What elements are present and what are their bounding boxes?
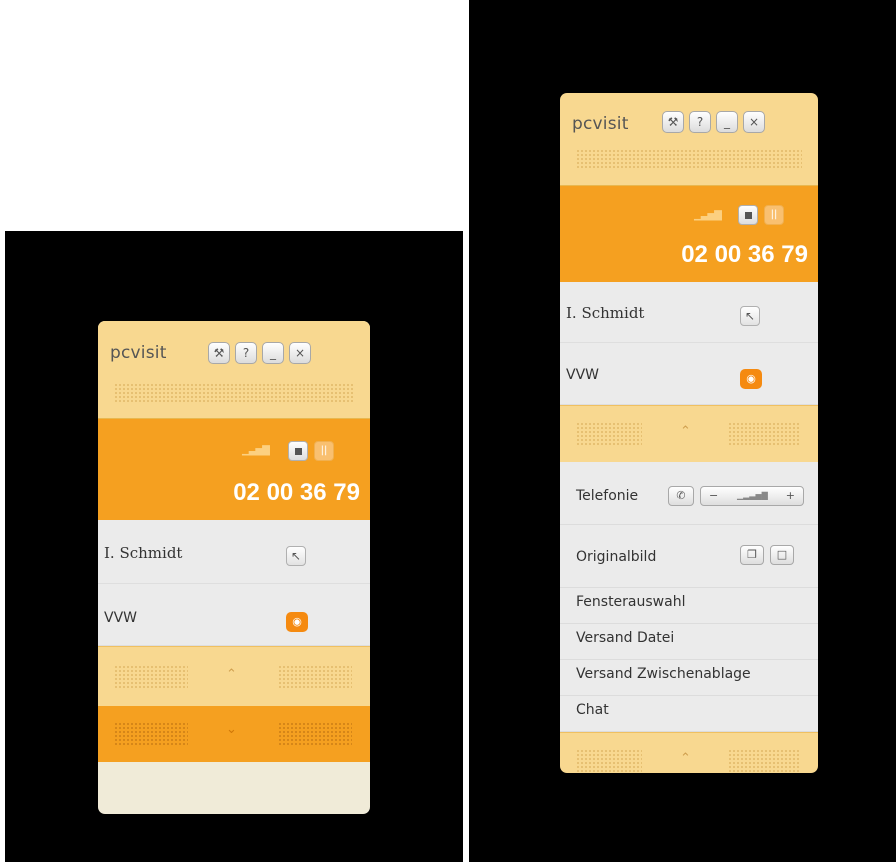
telefonie-label: Telefonie [576,488,639,504]
header: pcvisit ⚒ ? _ × [560,93,818,186]
session-row: VVW ◉ [560,343,818,405]
volume-level-icon: ▁▂▃▅▇ [737,491,768,500]
menu-item-chat[interactable]: Chat [560,696,818,732]
close-icon[interactable]: × [743,111,765,133]
menu-item-versand-datei[interactable]: Versand Datei [560,624,818,660]
left-pcvisit-widget: pcvisit ⚒ ? _ × ▁▃▅▇ || 02 00 36 79 I. S… [98,321,370,814]
versand-datei-label: Versand Datei [576,630,675,646]
phone-panel: ▁▃▅▇ || 02 00 36 79 [560,186,818,282]
user-name: I. Schmidt [104,544,183,562]
session-label: VVW [566,367,599,383]
pause-button[interactable]: || [764,205,784,225]
minimize-icon[interactable]: _ [262,342,284,364]
arrow-up-left-icon[interactable]: ↖ [740,306,760,326]
phone-icon[interactable]: ✆ [668,486,694,506]
user-row: I. Schmidt ↖ [98,520,370,584]
originalbild-label: Originalbild [576,549,657,565]
grip-pattern-left [576,749,642,773]
wrench-icon[interactable]: ⚒ [662,111,684,133]
stop-button[interactable] [288,441,308,461]
phone-number: 02 00 36 79 [233,479,360,506]
session-row: VVW ◉ [98,584,370,646]
restore-window-icon[interactable]: ❐ [740,545,764,565]
arrow-up-left-icon[interactable]: ↖ [286,546,306,566]
expand-bar-down[interactable]: ⌄ [98,706,370,762]
pause-button[interactable]: || [314,441,334,461]
collapse-bar-up-bottom[interactable]: ⌃ [560,732,818,773]
pcvisit-logo: pcvisit [110,343,167,363]
stop-button[interactable] [738,205,758,225]
volume-plus-button[interactable]: + [786,487,795,505]
help-icon[interactable]: ? [689,111,711,133]
grip-pattern-right [278,722,352,746]
signal-strength-icon: ▁▃▅▇ [242,445,270,456]
volume-minus-button[interactable]: − [709,487,718,505]
fensterauswahl-label: Fensterauswahl [576,594,686,610]
expand-bar-up[interactable]: ⌃ [98,646,370,706]
chat-label: Chat [576,702,609,718]
grip-pattern-right [278,665,352,689]
menu-item-versand-zwischenablage[interactable]: Versand Zwischenablage [560,660,818,696]
user-row: I. Schmidt ↖ [560,282,818,343]
eye-icon[interactable]: ◉ [286,612,308,632]
grip-pattern-right [728,422,800,446]
volume-control[interactable]: − ▁▂▃▅▇ + [700,486,804,506]
menu-item-fensterauswahl[interactable]: Fensterauswahl [560,588,818,624]
grip-pattern-left [114,722,188,746]
phone-number: 02 00 36 79 [681,241,808,268]
phone-panel: ▁▃▅▇ || 02 00 36 79 [98,419,370,520]
pcvisit-logo: pcvisit [572,114,629,134]
close-icon[interactable]: × [289,342,311,364]
versand-zwischenablage-label: Versand Zwischenablage [576,666,751,682]
right-pcvisit-widget: pcvisit ⚒ ? _ × ▁▃▅▇ || 02 00 36 79 I. S… [560,93,818,773]
wrench-icon[interactable]: ⚒ [208,342,230,364]
grip-pattern [576,149,802,169]
chevron-up-icon: ⌃ [226,667,237,682]
menu-item-telefonie: Telefonie ✆ − ▁▂▃▅▇ + [560,462,818,525]
help-icon[interactable]: ? [235,342,257,364]
menu-item-originalbild[interactable]: Originalbild ❐ □ [560,525,818,588]
signal-strength-icon: ▁▃▅▇ [694,210,722,221]
grip-pattern-left [576,422,642,446]
maximize-window-icon[interactable]: □ [770,545,794,565]
header-buttons: ⚒ ? _ × [662,111,765,133]
session-label: VVW [104,610,137,626]
user-name: I. Schmidt [566,304,645,322]
header: pcvisit ⚒ ? _ × [98,321,370,419]
header-buttons: ⚒ ? _ × [208,342,311,364]
grip-pattern-right [728,749,800,773]
minimize-icon[interactable]: _ [716,111,738,133]
chevron-up-icon: ⌃ [680,424,691,439]
eye-icon[interactable]: ◉ [740,369,762,389]
collapse-bar-up[interactable]: ⌃ [560,405,818,462]
grip-pattern-left [114,665,188,689]
grip-pattern [114,383,354,403]
chevron-up-icon: ⌃ [680,751,691,766]
chevron-down-icon: ⌄ [226,722,237,737]
